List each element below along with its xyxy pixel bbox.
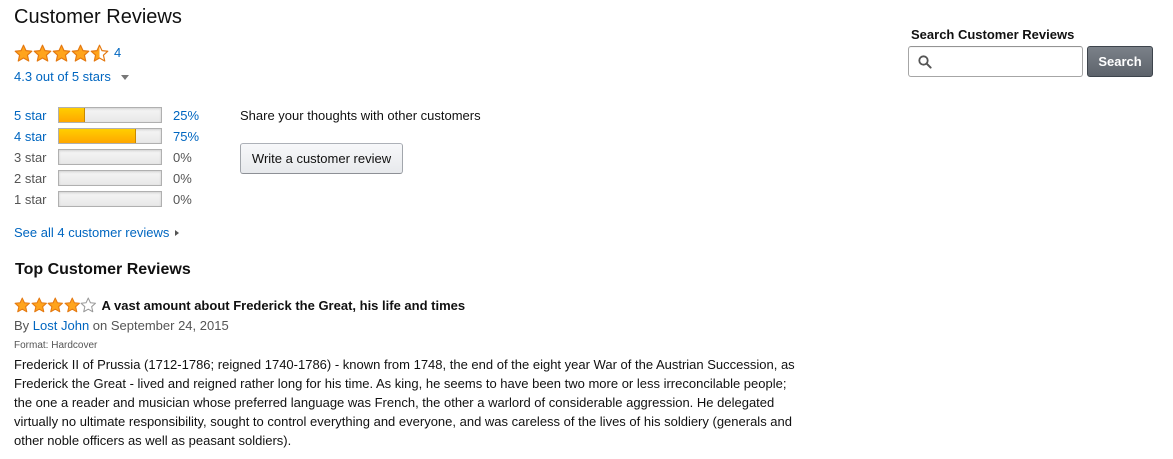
star-icon: [33, 44, 52, 63]
histogram-bar[interactable]: [58, 107, 162, 123]
histogram-percent: 0%: [173, 150, 192, 165]
star-icon: [14, 297, 31, 314]
share-thoughts-text: Share your thoughts with other customers: [240, 108, 481, 123]
star-icon: [52, 44, 71, 63]
top-reviews-heading: Top Customer Reviews: [15, 261, 191, 278]
review-body-line: Frederick the Great - lived and reigned …: [14, 376, 787, 391]
review-by-prefix: By: [14, 318, 30, 333]
review-star-rating[interactable]: [14, 297, 97, 314]
review-body-line: the one a reader and musician whose pref…: [14, 395, 775, 410]
star-icon: [47, 297, 64, 314]
histogram-percent[interactable]: 25%: [173, 108, 213, 123]
histogram-star-label[interactable]: 4 star: [14, 129, 58, 144]
review-body-line: Frederick II of Prussia (1712-1786; reig…: [14, 357, 795, 372]
customer-reviews-heading: Customer Reviews: [14, 6, 182, 28]
customer-reviews-page: Customer Reviews 4 4.3 out of 5 stars 5 …: [0, 0, 1173, 459]
see-all-reviews-label: See all 4 customer reviews: [14, 225, 170, 240]
histogram-star-label[interactable]: 5 star: [14, 108, 58, 123]
star-icon: [80, 297, 97, 314]
write-review-button[interactable]: Write a customer review: [240, 143, 403, 174]
review-body-line: virtually no ultimate responsibility, so…: [14, 414, 793, 429]
review-body: Frederick II of Prussia (1712-1786; reig…: [14, 355, 809, 450]
histogram-bar: [58, 170, 162, 186]
search-reviews-button[interactable]: Search: [1087, 46, 1153, 77]
review-format: Format: Hardcover: [14, 340, 98, 351]
histogram-bar[interactable]: [58, 128, 162, 144]
histogram-percent[interactable]: 75%: [173, 129, 213, 144]
star-icon: [14, 44, 33, 63]
histogram-star-label: 3 star: [14, 150, 47, 165]
histogram-bar-fill: [59, 108, 85, 122]
review-date: on September 24, 2015: [92, 318, 229, 333]
histogram-bar: [58, 149, 162, 165]
rating-summary-popover-trigger[interactable]: 4.3 out of 5 stars: [14, 69, 129, 84]
star-icon: [31, 297, 48, 314]
search-reviews-heading: Search Customer Reviews: [911, 27, 1075, 42]
star-icon: [90, 44, 109, 63]
star-icon: [64, 297, 81, 314]
chevron-down-icon: [120, 74, 129, 80]
search-icon: [918, 55, 932, 74]
review-byline: By Lost John on September 24, 2015: [14, 318, 814, 333]
histogram-star-label: 1 star: [14, 192, 47, 207]
see-all-reviews-link[interactable]: See all 4 customer reviews: [14, 225, 180, 240]
histogram-percent: 0%: [173, 192, 192, 207]
review-body-line: other noble officers as well as peasant …: [14, 433, 292, 448]
histogram-star-label: 2 star: [14, 171, 47, 186]
histogram-bar-fill: [59, 129, 136, 143]
histogram-bar: [58, 191, 162, 207]
summary-star-rating[interactable]: [14, 44, 109, 63]
rating-summary-text: 4.3 out of 5 stars: [14, 69, 111, 84]
search-box[interactable]: [908, 46, 1083, 77]
rating-count-link[interactable]: 4: [114, 45, 121, 60]
search-reviews-input[interactable]: [937, 49, 1077, 74]
review-item: A vast amount about Frederick the Great,…: [14, 297, 814, 450]
review-title-link[interactable]: A vast amount about Frederick the Great,…: [102, 298, 466, 313]
chevron-right-icon: [175, 229, 180, 236]
review-author-link[interactable]: Lost John: [33, 318, 89, 333]
histogram-percent: 0%: [173, 171, 192, 186]
star-icon: [71, 44, 90, 63]
